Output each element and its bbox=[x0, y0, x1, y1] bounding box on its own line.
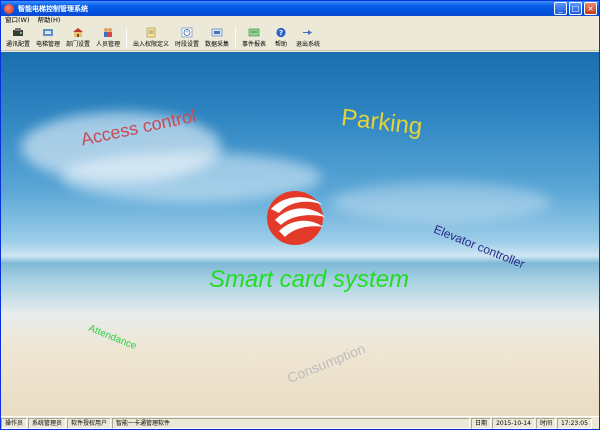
consumption-label: Consumption bbox=[285, 340, 368, 386]
menu-help[interactable]: 帮助(H) bbox=[34, 16, 65, 25]
window-title: 智能电梯控制管理系统 bbox=[18, 4, 88, 13]
people-management-button[interactable]: 人员管理 bbox=[93, 25, 123, 50]
license-value: 智能一卡通管理软件 bbox=[112, 417, 471, 429]
time-period-button[interactable]: 时段设置 bbox=[172, 25, 202, 50]
toolbar-label: 出入权限定义 bbox=[132, 41, 169, 48]
title-bar[interactable]: 智能电梯控制管理系统 _ □ × bbox=[1, 1, 599, 16]
exit-system-button[interactable]: 退出系统 bbox=[293, 25, 323, 50]
people-icon bbox=[102, 27, 114, 38]
operator-value: 系统管理员 bbox=[28, 417, 67, 429]
toolbar-label: 退出系统 bbox=[295, 41, 320, 48]
toolbar-label: 通讯配置 bbox=[5, 41, 30, 48]
toolbar-label: 时段设置 bbox=[174, 41, 199, 48]
toolbar: 通讯配置 电梯管理 部门设置 人员管理 出入权限定义 时段设置 数据采集 事件报… bbox=[1, 25, 599, 51]
maximize-button[interactable]: □ bbox=[569, 2, 582, 15]
elevator-icon bbox=[42, 27, 54, 38]
time-period-icon bbox=[181, 27, 193, 38]
toolbar-label: 事件报表 bbox=[241, 41, 266, 48]
close-button[interactable]: × bbox=[584, 2, 597, 15]
data-collection-icon bbox=[211, 27, 223, 38]
event-report-button[interactable]: 事件报表 bbox=[239, 25, 269, 50]
parking-label: Parking bbox=[339, 104, 424, 141]
attendance-label: Attendance bbox=[86, 323, 138, 353]
toolbar-separator bbox=[126, 28, 127, 48]
elevator-management-button[interactable]: 电梯管理 bbox=[33, 25, 63, 50]
elevator-controller-label: Elevator controller bbox=[431, 222, 527, 272]
cloud bbox=[331, 182, 551, 222]
toolbar-label: 数据采集 bbox=[204, 41, 229, 48]
date-value: 2015-10-14 bbox=[492, 417, 535, 429]
time-label: 时间 bbox=[535, 417, 556, 429]
help-button[interactable]: ? 帮助 bbox=[269, 25, 293, 50]
department-settings-button[interactable]: 部门设置 bbox=[63, 25, 93, 50]
main-background: Access control Parking Elevator controll… bbox=[1, 52, 599, 416]
toolbar-label: 电梯管理 bbox=[35, 41, 60, 48]
minimize-button[interactable]: _ bbox=[554, 2, 567, 15]
smart-card-system-label: Smart card system bbox=[209, 266, 410, 293]
date-label: 日期 bbox=[471, 417, 492, 429]
communication-icon bbox=[12, 27, 24, 38]
company-logo-icon bbox=[267, 191, 325, 245]
toolbar-separator bbox=[235, 28, 236, 48]
app-logo-icon bbox=[4, 3, 14, 14]
app-window: 智能电梯控制管理系统 _ □ × 窗口(W) 帮助(H) 通讯配置 电梯管理 部… bbox=[0, 0, 600, 430]
event-report-icon bbox=[248, 27, 260, 38]
toolbar-label: 部门设置 bbox=[65, 41, 90, 48]
license-label: 软件授权用户 bbox=[67, 417, 112, 429]
communication-config-button[interactable]: 通讯配置 bbox=[3, 25, 33, 50]
menu-bar: 窗口(W) 帮助(H) bbox=[1, 16, 599, 25]
data-collection-button[interactable]: 数据采集 bbox=[202, 25, 232, 50]
time-value: 17:23:05 bbox=[556, 417, 592, 429]
svg-text:?: ? bbox=[279, 29, 283, 37]
exit-icon bbox=[302, 27, 314, 38]
department-icon bbox=[72, 27, 84, 38]
help-icon: ? bbox=[275, 27, 287, 38]
toolbar-label: 帮助 bbox=[274, 41, 287, 48]
status-bar: 操作员 系统管理员 软件授权用户 智能一卡通管理软件 日期 2015-10-14… bbox=[1, 416, 599, 429]
menu-window[interactable]: 窗口(W) bbox=[1, 16, 34, 25]
access-permission-button[interactable]: 出入权限定义 bbox=[130, 25, 172, 50]
access-permission-icon bbox=[145, 27, 157, 38]
operator-label: 操作员 bbox=[1, 417, 28, 429]
window-controls: _ □ × bbox=[554, 2, 597, 15]
toolbar-label: 人员管理 bbox=[95, 41, 120, 48]
